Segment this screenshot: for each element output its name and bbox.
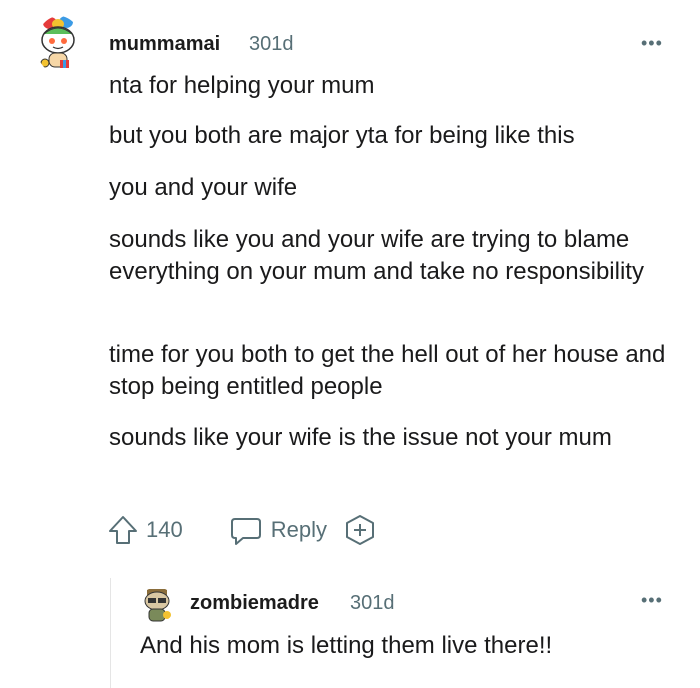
comment-action-bar: 140 Reply xyxy=(106,510,377,550)
reply-more-options-icon[interactable]: ••• xyxy=(641,590,663,611)
comment-username[interactable]: mummamai xyxy=(109,33,220,56)
reply-label: Reply xyxy=(270,517,327,542)
more-options-icon[interactable]: ••• xyxy=(641,33,663,54)
snoo-avatar-icon xyxy=(40,16,75,68)
reply-username[interactable]: zombiemadre xyxy=(190,592,319,615)
reply-button[interactable]: Reply xyxy=(229,513,327,547)
comment-paragraph: sounds like your wife is the issue not y… xyxy=(109,424,612,451)
award-button[interactable] xyxy=(343,513,377,547)
comment-paragraph: time for you both to get the hell out of… xyxy=(109,341,666,400)
speech-bubble-icon xyxy=(230,518,261,545)
user-avatar[interactable] xyxy=(36,16,82,74)
plus-circle-icon xyxy=(345,515,374,545)
reply-text: And his mom is letting them live there!! xyxy=(140,632,553,659)
comment-paragraph: but you both are major yta for being lik… xyxy=(109,122,575,149)
snoo-avatar-icon xyxy=(144,589,171,622)
comment-paragraph: you and your wife xyxy=(109,174,298,201)
upvote-count: 140 xyxy=(146,517,183,542)
comment-timestamp[interactable]: 301d xyxy=(249,33,294,56)
comment-paragraph: nta for helping your mum xyxy=(109,72,375,99)
reply-user-avatar[interactable] xyxy=(139,587,175,623)
comment-paragraph: sounds like you and your wife are trying… xyxy=(109,226,644,285)
reply-timestamp[interactable]: 301d xyxy=(350,592,395,615)
upvote-arrow-icon xyxy=(109,516,137,544)
thread-line[interactable] xyxy=(110,578,111,688)
upvote-button[interactable] xyxy=(106,513,140,547)
